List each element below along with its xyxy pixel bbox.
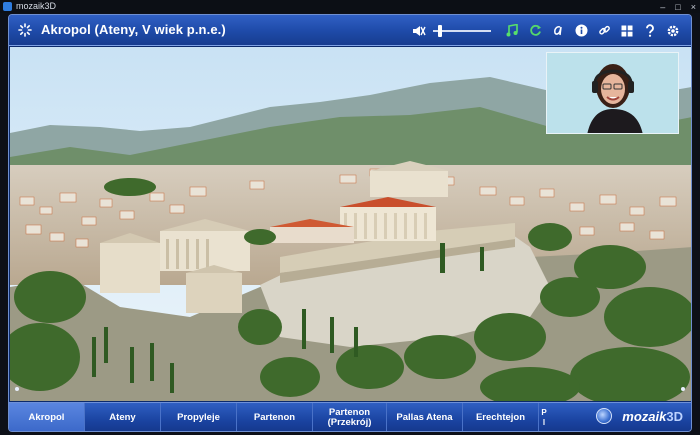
nav-more-button[interactable]: P l	[539, 403, 549, 431]
window-controls: – □ ×	[660, 1, 696, 14]
presenter-portrait	[547, 53, 678, 133]
nav-item-akropol[interactable]: Akropol	[9, 403, 85, 431]
text-script-icon[interactable]	[548, 21, 568, 40]
refresh-icon[interactable]	[525, 21, 545, 40]
app-logo-icon	[3, 2, 12, 11]
mute-speaker-icon[interactable]	[409, 21, 429, 40]
grid-icon[interactable]	[617, 21, 637, 40]
nav-item-erechtejon[interactable]: Erechtejon	[463, 403, 539, 431]
help-icon[interactable]	[640, 21, 660, 40]
globe-icon	[596, 408, 613, 424]
nav-item-propyleje[interactable]: Propyleje	[161, 403, 237, 431]
nav-item-partenon-przekroj[interactable]: Partenon (Przekrój)	[313, 403, 387, 431]
maximize-button[interactable]: □	[675, 1, 680, 14]
brand-suffix: 3D	[666, 408, 683, 424]
window-titlebar: mozaik3D – □ ×	[0, 0, 700, 13]
close-button[interactable]: ×	[691, 1, 696, 14]
minimize-button[interactable]: –	[660, 1, 665, 14]
brand-name: mozaik	[622, 408, 667, 424]
window-title: mozaik3D	[16, 1, 57, 11]
settings-gear-icon[interactable]	[663, 21, 683, 40]
info-icon[interactable]	[571, 21, 591, 40]
loading-spinner-icon	[18, 23, 32, 37]
nav-item-ateny[interactable]: Ateny	[85, 403, 161, 431]
scene-navigation-bar: Akropol Ateny Propyleje Partenon Parteno…	[9, 402, 691, 431]
nav-item-partenon[interactable]: Partenon	[237, 403, 313, 431]
nav-item-pallas-atena[interactable]: Pallas Atena	[387, 403, 463, 431]
viewport-corner-marker	[15, 387, 19, 391]
app-window: mozaik3D – □ × Akropol (Ateny, V wiek p.…	[0, 0, 700, 435]
toolbar	[406, 21, 683, 40]
viewer-header: Akropol (Ateny, V wiek p.n.e.)	[9, 15, 691, 46]
viewer-frame: Akropol (Ateny, V wiek p.n.e.) Akropol A…	[8, 14, 692, 432]
viewport-corner-marker	[681, 387, 685, 391]
presenter-webcam-overlay	[546, 52, 679, 134]
scene-title: Akropol (Ateny, V wiek p.n.e.)	[41, 22, 226, 37]
3d-scene-viewport[interactable]	[10, 47, 691, 401]
link-icon[interactable]	[594, 21, 614, 40]
volume-slider[interactable]	[433, 21, 491, 40]
mozaik3d-brand: mozaik 3D	[596, 408, 683, 424]
music-note-icon[interactable]	[502, 21, 522, 40]
volume-slider-handle[interactable]	[438, 25, 442, 37]
